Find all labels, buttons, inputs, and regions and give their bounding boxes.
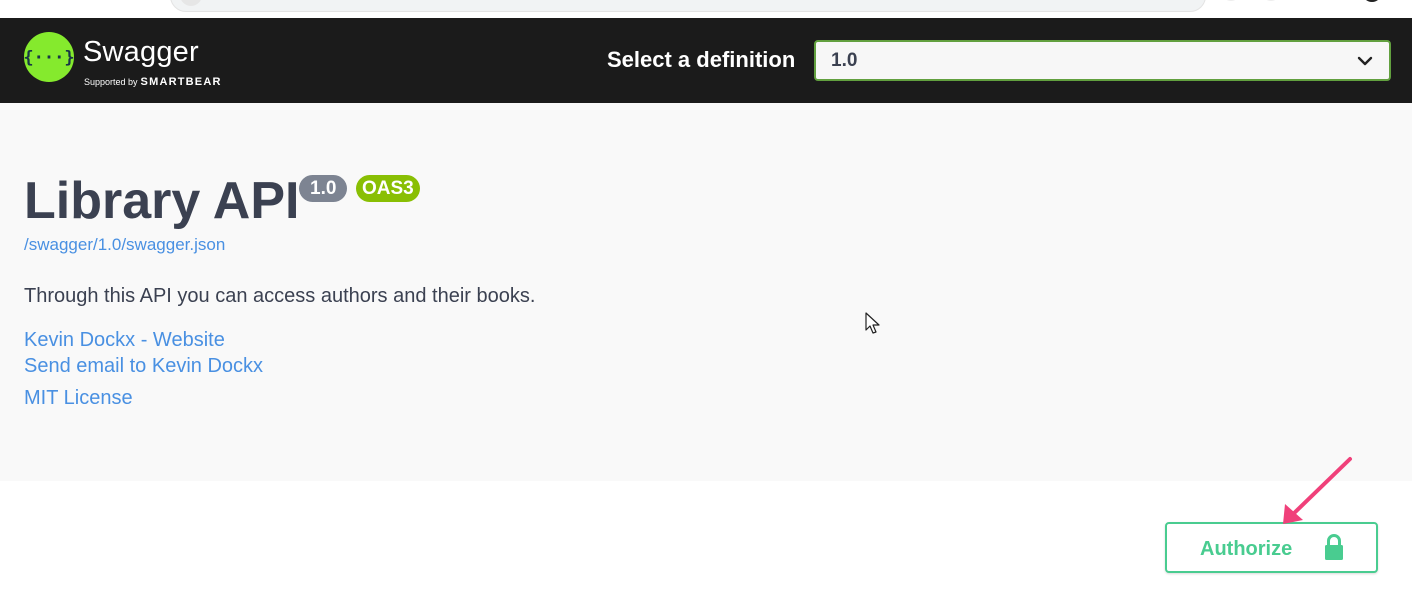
supported-by-text: Supported by [84,77,138,87]
brand-name: Swagger [83,36,199,68]
arrow-annotation-icon [1283,457,1352,524]
contact-email-link[interactable]: Send email to Kevin Dockx [24,355,263,378]
version-badge: 1.0 [299,175,348,202]
authorize-label: Authorize [1200,538,1293,560]
api-description: Through this API you can access authors … [24,285,536,307]
svg-text:{···}: {···} [24,48,74,68]
chevron-down-icon [1357,56,1373,66]
browser-extension-icon[interactable] [1262,0,1280,1]
spec-json-link[interactable]: /swagger/1.0/swagger.json [24,235,225,255]
contact-website-link[interactable]: Kevin Dockx - Website [24,329,225,352]
brand-tagline: Supported by SMARTBEAR [84,76,222,88]
select-definition-label: Select a definition [607,47,796,72]
oas-badge: OAS3 [356,175,420,202]
selected-definition: 1.0 [831,50,858,71]
browser-toolbar [0,0,1412,18]
smartbear-text: SMARTBEAR [140,76,222,88]
address-bar[interactable] [170,0,1206,12]
api-info: Library API 1.0 OAS3 /swagger/1.0/swagge… [0,103,1412,481]
mouse-cursor-icon [865,312,880,334]
api-title: Library API [24,172,300,230]
swagger-topbar: {···} Swagger Supported by SMARTBEAR Sele… [0,18,1412,103]
license-link[interactable]: MIT License [24,387,133,410]
definition-select[interactable]: 1.0 [814,40,1391,81]
lock-icon [1325,534,1343,560]
swagger-logo-icon[interactable]: {···} [24,32,74,82]
browser-extension-icon[interactable] [1222,0,1240,1]
browser-profile-icon[interactable] [1362,0,1382,2]
